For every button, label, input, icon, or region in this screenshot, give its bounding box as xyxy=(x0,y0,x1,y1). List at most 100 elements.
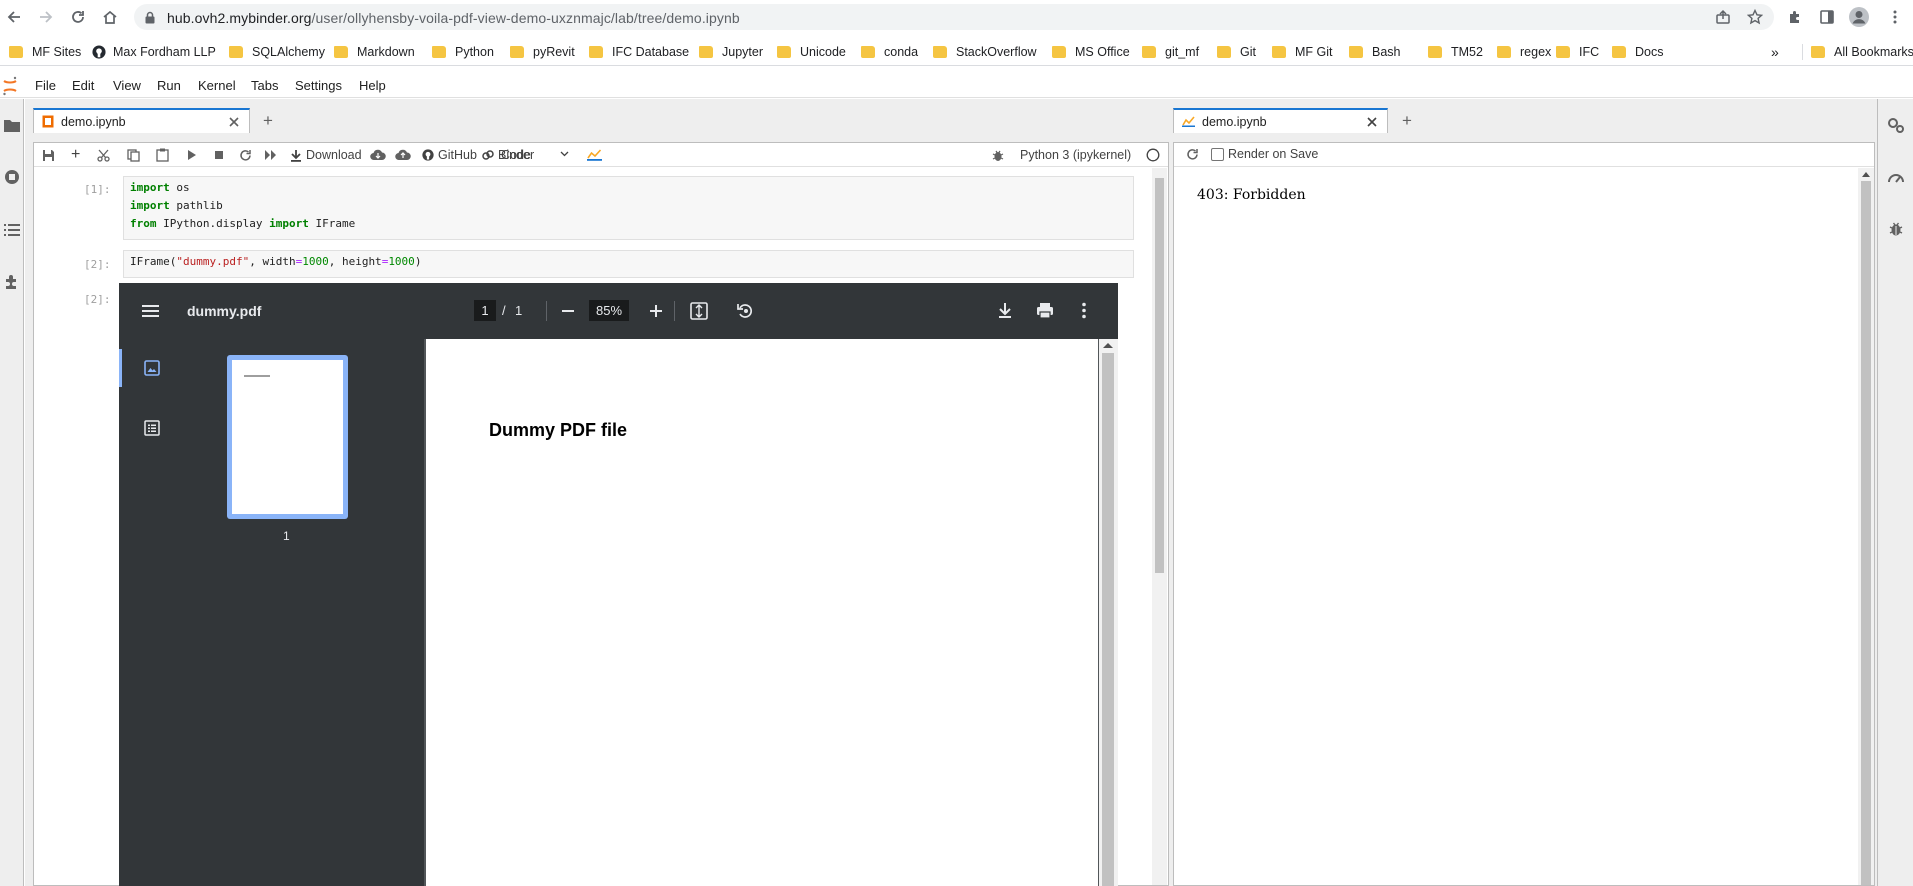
paste-icon[interactable] xyxy=(156,147,169,163)
document-outline-icon[interactable] xyxy=(144,420,160,436)
bookmark-docs[interactable]: Docs xyxy=(1612,44,1663,60)
scroll-up-arrow-icon[interactable] xyxy=(1862,172,1870,177)
new-launcher-plus-icon[interactable]: + xyxy=(258,111,278,131)
extensions-icon[interactable] xyxy=(1783,5,1807,29)
bookmark-conda[interactable]: conda xyxy=(861,44,918,60)
cut-icon[interactable] xyxy=(97,147,110,163)
print-icon[interactable] xyxy=(1036,302,1054,319)
interrupt-kernel-icon[interactable] xyxy=(214,147,224,163)
copy-icon[interactable] xyxy=(127,147,140,163)
pdf-page-input[interactable]: 1 xyxy=(474,300,496,321)
bookmark-python[interactable]: Python xyxy=(432,44,494,60)
preview-scrollbar-thumb[interactable] xyxy=(1861,181,1871,885)
thumbnail-page-number: 1 xyxy=(283,529,290,543)
property-inspector-gears-icon[interactable] xyxy=(1884,113,1908,137)
pdf-menu-icon[interactable] xyxy=(142,304,159,318)
github-button[interactable]: GitHub xyxy=(422,147,477,163)
home-icon[interactable] xyxy=(98,5,122,29)
insert-cell-plus-icon[interactable]: + xyxy=(71,146,80,163)
menu-edit[interactable]: Edit xyxy=(72,78,94,93)
kernel-name-button[interactable]: Python 3 (ipykernel) xyxy=(1020,147,1131,163)
menu-run[interactable]: Run xyxy=(157,78,181,93)
file-browser-icon[interactable] xyxy=(0,113,24,137)
menu-kernel[interactable]: Kernel xyxy=(198,78,236,93)
url-text[interactable]: hub.ovh2.mybinder.org/user/ollyhensby-vo… xyxy=(167,10,740,26)
run-cell-icon[interactable] xyxy=(186,147,197,163)
menu-view[interactable]: View xyxy=(113,78,141,93)
bookmark-regex[interactable]: regex xyxy=(1497,44,1551,60)
tab-demo-notebook[interactable]: demo.ipynb xyxy=(33,108,250,133)
refresh-icon[interactable] xyxy=(1186,148,1199,161)
cloud-download-icon[interactable] xyxy=(370,147,386,163)
debugger-bug-icon[interactable] xyxy=(992,147,1004,163)
pdf-scrollbar[interactable] xyxy=(1099,339,1118,886)
new-launcher-plus-icon[interactable]: + xyxy=(1397,111,1417,131)
side-panel-icon[interactable] xyxy=(1815,5,1839,29)
thumbnails-view-icon[interactable] xyxy=(144,360,160,376)
bookmark-git[interactable]: Git xyxy=(1217,44,1256,60)
table-of-contents-icon[interactable] xyxy=(0,218,24,242)
bookmark-ms-office[interactable]: MS Office xyxy=(1052,44,1130,60)
browser-menu-icon[interactable] xyxy=(1883,5,1907,29)
site-info-icon[interactable] xyxy=(144,11,156,24)
zoom-out-icon[interactable] xyxy=(561,304,575,318)
cell-2-editor[interactable]: IFrame("dummy.pdf", width=1000, height=1… xyxy=(123,250,1134,278)
running-kernels-icon[interactable] xyxy=(0,165,24,189)
voila-preview-icon[interactable] xyxy=(587,147,602,163)
reload-icon[interactable] xyxy=(66,5,90,29)
notebook-scrollbar-thumb[interactable] xyxy=(1155,178,1164,573)
debugger-bug-icon[interactable] xyxy=(1884,217,1908,241)
cloud-upload-icon[interactable] xyxy=(395,147,411,163)
fit-to-page-icon[interactable] xyxy=(690,302,708,320)
menu-tabs[interactable]: Tabs xyxy=(251,78,278,93)
folder-icon xyxy=(699,46,713,58)
pdf-scrollbar-thumb[interactable] xyxy=(1102,353,1114,886)
rotate-icon[interactable] xyxy=(736,302,754,320)
profile-avatar-icon[interactable] xyxy=(1847,5,1871,29)
bookmark-tm52[interactable]: TM52 xyxy=(1428,44,1483,60)
share-icon[interactable] xyxy=(1711,5,1735,29)
output-2-prompt: [2]: xyxy=(84,293,111,306)
pdf-zoom-input[interactable]: 85% xyxy=(589,300,629,321)
bookmark-markdown[interactable]: Markdown xyxy=(334,44,415,60)
back-icon[interactable] xyxy=(2,5,26,29)
bookmark-bash[interactable]: Bash xyxy=(1349,44,1401,60)
bookmark-pyrevit[interactable]: pyRevit xyxy=(510,44,575,60)
menu-help[interactable]: Help xyxy=(359,78,386,93)
restart-kernel-icon[interactable] xyxy=(239,147,252,163)
download-button[interactable]: Download xyxy=(290,147,362,163)
menu-file[interactable]: File xyxy=(35,78,56,93)
pdf-download-icon[interactable] xyxy=(997,302,1013,319)
scroll-up-arrow-icon[interactable] xyxy=(1103,343,1113,348)
zoom-in-icon[interactable] xyxy=(649,304,663,318)
render-on-save-checkbox[interactable] xyxy=(1211,148,1224,161)
menu-settings[interactable]: Settings xyxy=(295,78,342,93)
resource-usage-gauge-icon[interactable] xyxy=(1884,165,1908,189)
bookmark-mf-sites[interactable]: MF Sites xyxy=(9,44,81,60)
bookmark-jupyter[interactable]: Jupyter xyxy=(699,44,763,60)
bookmark-mf-git[interactable]: MF Git xyxy=(1272,44,1333,60)
close-icon[interactable] xyxy=(227,115,241,129)
cell-1-editor[interactable]: import os import pathlib from IPython.di… xyxy=(123,176,1134,240)
pdf-more-options-icon[interactable] xyxy=(1081,302,1087,319)
cell-type-select[interactable]: Code xyxy=(501,147,575,163)
bookmark-unicode[interactable]: Unicode xyxy=(777,44,846,60)
close-icon[interactable] xyxy=(1365,115,1379,129)
bookmark-ifc[interactable]: IFC xyxy=(1556,44,1599,60)
all-bookmarks[interactable]: All Bookmarks xyxy=(1802,44,1913,60)
bookmark-stackoverflow[interactable]: StackOverflow xyxy=(933,44,1037,60)
tab-voila-preview[interactable]: demo.ipynb xyxy=(1173,108,1388,133)
bookmark-ifc-database[interactable]: IFC Database xyxy=(589,44,689,60)
bookmark-sqlalchemy[interactable]: SQLAlchemy xyxy=(229,44,325,60)
restart-run-all-icon[interactable] xyxy=(264,147,277,163)
bookmark-git-mf[interactable]: git_mf xyxy=(1142,44,1199,60)
notebook-tabbar: demo.ipynb + xyxy=(25,104,1171,133)
more-bookmarks-button[interactable]: » xyxy=(1771,44,1779,60)
bookmark-star-icon[interactable] xyxy=(1743,5,1767,29)
folder-icon xyxy=(229,46,243,58)
save-icon[interactable] xyxy=(42,147,55,163)
page-thumbnail[interactable] xyxy=(227,355,348,519)
bookmark-max-fordham[interactable]: Max Fordham LLP xyxy=(92,44,216,60)
forward-icon[interactable] xyxy=(34,5,58,29)
extension-manager-icon[interactable] xyxy=(0,270,24,294)
